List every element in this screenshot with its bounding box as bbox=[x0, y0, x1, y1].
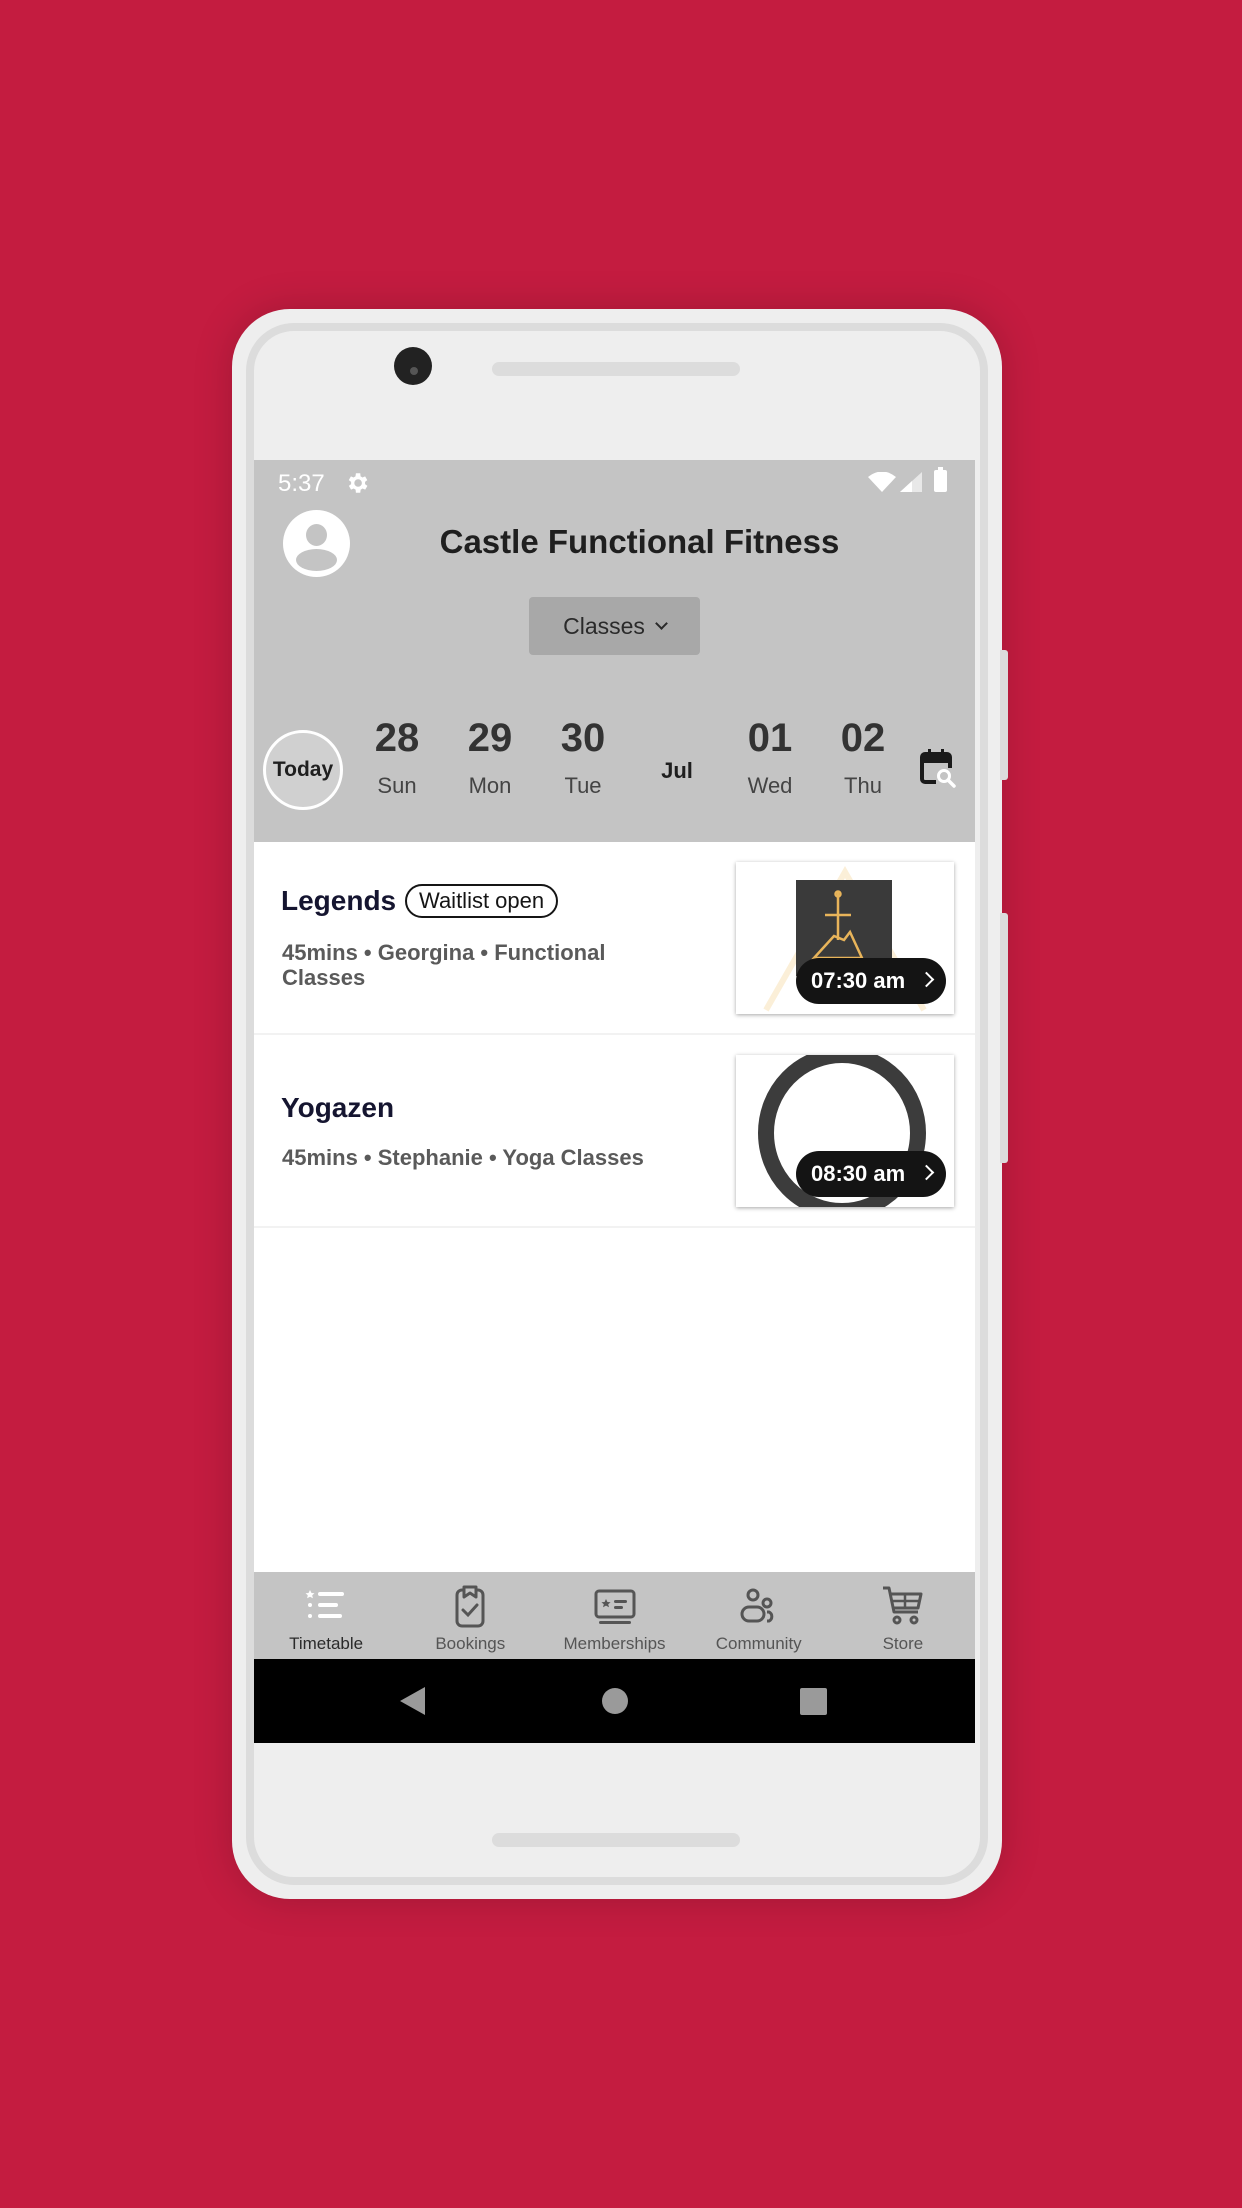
today-button[interactable]: Today bbox=[263, 730, 343, 810]
class-time-button[interactable]: 08:30 am bbox=[796, 1151, 946, 1197]
cart-icon bbox=[882, 1586, 923, 1625]
battery-icon bbox=[934, 467, 947, 492]
earpiece-speaker bbox=[492, 362, 740, 376]
nav-label: Community bbox=[715, 1634, 802, 1653]
day-of-week: Tue bbox=[564, 773, 602, 798]
back-icon[interactable] bbox=[400, 1687, 425, 1715]
nav-label: Memberships bbox=[563, 1634, 666, 1653]
nav-community[interactable]: Community bbox=[687, 1572, 831, 1659]
class-name: Legends bbox=[281, 885, 397, 916]
day-number: 01 bbox=[747, 716, 793, 760]
bottom-speaker bbox=[492, 1833, 740, 1847]
date-sun-28[interactable]: 28 Sun bbox=[357, 716, 437, 799]
day-of-week: Sun bbox=[377, 773, 417, 798]
day-number: 30 bbox=[560, 716, 606, 760]
signal-icon bbox=[900, 472, 922, 492]
month-label: Jul bbox=[661, 758, 693, 783]
clipboard-check-icon bbox=[455, 1585, 485, 1628]
front-camera bbox=[394, 347, 432, 385]
community-people-icon bbox=[740, 1588, 773, 1623]
day-number: 29 bbox=[467, 716, 513, 760]
app-header: 5:37 Castle Functional Fitness Classes T… bbox=[254, 460, 975, 842]
category-dropdown[interactable]: Classes bbox=[529, 597, 700, 655]
status-bar: 5:37 bbox=[254, 460, 975, 502]
class-thumbnail: 07:30 am bbox=[736, 862, 954, 1014]
dropdown-selected: Classes bbox=[563, 612, 645, 639]
date-mon-29[interactable]: 29 Mon bbox=[450, 716, 530, 799]
nav-store[interactable]: Store bbox=[831, 1572, 975, 1659]
nav-bookings[interactable]: Bookings bbox=[398, 1572, 542, 1659]
status-time: 5:37 bbox=[278, 470, 325, 497]
class-time: 07:30 am bbox=[811, 968, 906, 993]
class-thumbnail: 08:30 am bbox=[736, 1055, 954, 1207]
volume-button bbox=[1000, 913, 1008, 1163]
recent-apps-icon[interactable] bbox=[800, 1688, 827, 1715]
chevron-right-icon bbox=[918, 1164, 935, 1181]
day-number: 02 bbox=[840, 716, 886, 760]
system-navigation-bar bbox=[254, 1659, 975, 1743]
class-time: 08:30 am bbox=[811, 1161, 906, 1186]
timetable-list-icon bbox=[305, 1590, 345, 1618]
date-tue-30[interactable]: 30 Tue bbox=[543, 716, 623, 799]
day-of-week: Thu bbox=[844, 773, 882, 798]
class-name: Yogazen bbox=[281, 1092, 395, 1123]
class-time-button[interactable]: 07:30 am bbox=[796, 958, 946, 1004]
class-list-item[interactable]: Legends Waitlist open 45mins • Georgina … bbox=[254, 842, 975, 1035]
gym-title: Castle Functional Fitness bbox=[439, 523, 840, 560]
day-number: 28 bbox=[374, 716, 420, 760]
date-thu-02[interactable]: 02 Thu bbox=[823, 716, 903, 799]
chevron-right-icon bbox=[918, 971, 935, 988]
nav-label: Store bbox=[882, 1634, 924, 1653]
power-button bbox=[1000, 650, 1008, 780]
home-icon[interactable] bbox=[602, 1688, 628, 1714]
app-screen: 5:37 Castle Functional Fitness Classes T… bbox=[254, 460, 975, 1743]
nav-memberships[interactable]: Memberships bbox=[542, 1572, 686, 1659]
day-of-week: Wed bbox=[747, 773, 793, 798]
bottom-navigation: Timetable Bookings Memberships Community… bbox=[254, 1572, 975, 1659]
nav-label: Bookings bbox=[435, 1634, 506, 1653]
class-meta: 45mins • Stephanie • Yoga Classes bbox=[282, 1145, 644, 1170]
nav-label: Timetable bbox=[289, 1634, 364, 1653]
gear-icon bbox=[348, 473, 368, 493]
wifi-icon bbox=[868, 472, 896, 492]
calendar-search-icon[interactable] bbox=[920, 748, 956, 788]
class-meta: 45mins • Georgina • Functional Classes bbox=[282, 940, 606, 990]
membership-card-icon bbox=[594, 1589, 635, 1624]
nav-timetable[interactable]: Timetable bbox=[254, 1572, 398, 1659]
date-wed-01[interactable]: 01 Wed bbox=[730, 716, 810, 799]
date-strip: Today 28 Sun 29 Mon 30 Tue Jul 01 Wed 02… bbox=[254, 700, 975, 842]
waitlist-badge: Waitlist open bbox=[405, 884, 559, 918]
class-list-item[interactable]: Yogazen 45mins • Stephanie • Yoga Classe… bbox=[254, 1035, 975, 1228]
chevron-down-icon bbox=[655, 617, 668, 630]
day-of-week: Mon bbox=[468, 773, 512, 798]
